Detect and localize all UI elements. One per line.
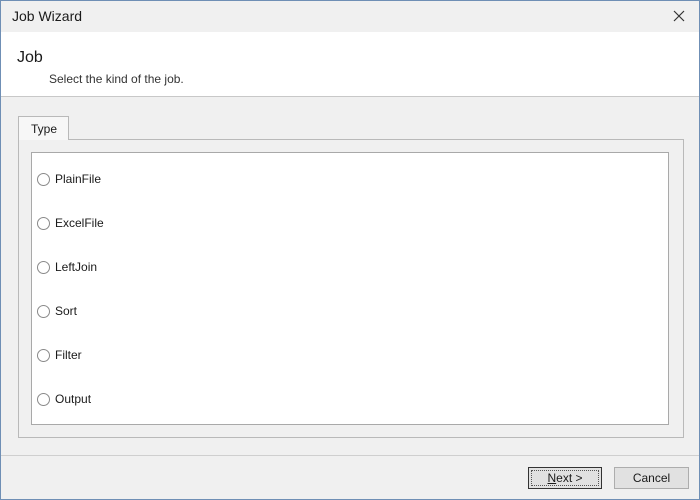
close-icon <box>673 10 685 22</box>
radio-button[interactable] <box>37 304 50 318</box>
radio-label: PlainFile <box>55 172 102 186</box>
page-title: Job <box>17 49 43 66</box>
radio-label: Output <box>55 392 92 406</box>
radio-label: Filter <box>55 348 82 362</box>
next-button-label: Next > <box>547 471 583 485</box>
radio-option-plainfile[interactable]: PlainFile <box>37 171 101 187</box>
radio-button[interactable] <box>37 172 50 186</box>
window-title: Job Wizard <box>12 8 83 24</box>
radio-button[interactable] <box>37 392 50 406</box>
radio-label: ExcelFile <box>55 216 104 230</box>
radio-button[interactable] <box>37 260 50 274</box>
cancel-button[interactable]: Cancel <box>614 467 689 489</box>
tab-page-type: PlainFile ExcelFile LeftJoin Sort Filter… <box>18 139 684 438</box>
footer-divider <box>1 455 699 456</box>
radio-label: LeftJoin <box>55 260 98 274</box>
tab-type-label: Type <box>31 122 58 136</box>
job-type-list: PlainFile ExcelFile LeftJoin Sort Filter… <box>31 152 669 425</box>
page-subtitle: Select the kind of the job. <box>49 72 184 86</box>
close-button[interactable] <box>667 5 691 27</box>
wizard-header: Job Select the kind of the job. <box>1 32 699 97</box>
cancel-button-label: Cancel <box>632 471 671 485</box>
radio-button[interactable] <box>37 216 50 230</box>
tab-type[interactable]: Type <box>18 116 69 140</box>
title-bar: Job Wizard <box>1 1 699 32</box>
job-wizard-window: Job Wizard Job Select the kind of the jo… <box>0 0 700 500</box>
radio-label: Sort <box>55 304 78 318</box>
radio-button[interactable] <box>37 348 50 362</box>
radio-option-filter[interactable]: Filter <box>37 347 82 363</box>
next-button[interactable]: Next > <box>528 467 602 489</box>
radio-option-sort[interactable]: Sort <box>37 303 77 319</box>
radio-option-leftjoin[interactable]: LeftJoin <box>37 259 97 275</box>
radio-option-output[interactable]: Output <box>37 391 91 407</box>
radio-option-excelfile[interactable]: ExcelFile <box>37 215 104 231</box>
